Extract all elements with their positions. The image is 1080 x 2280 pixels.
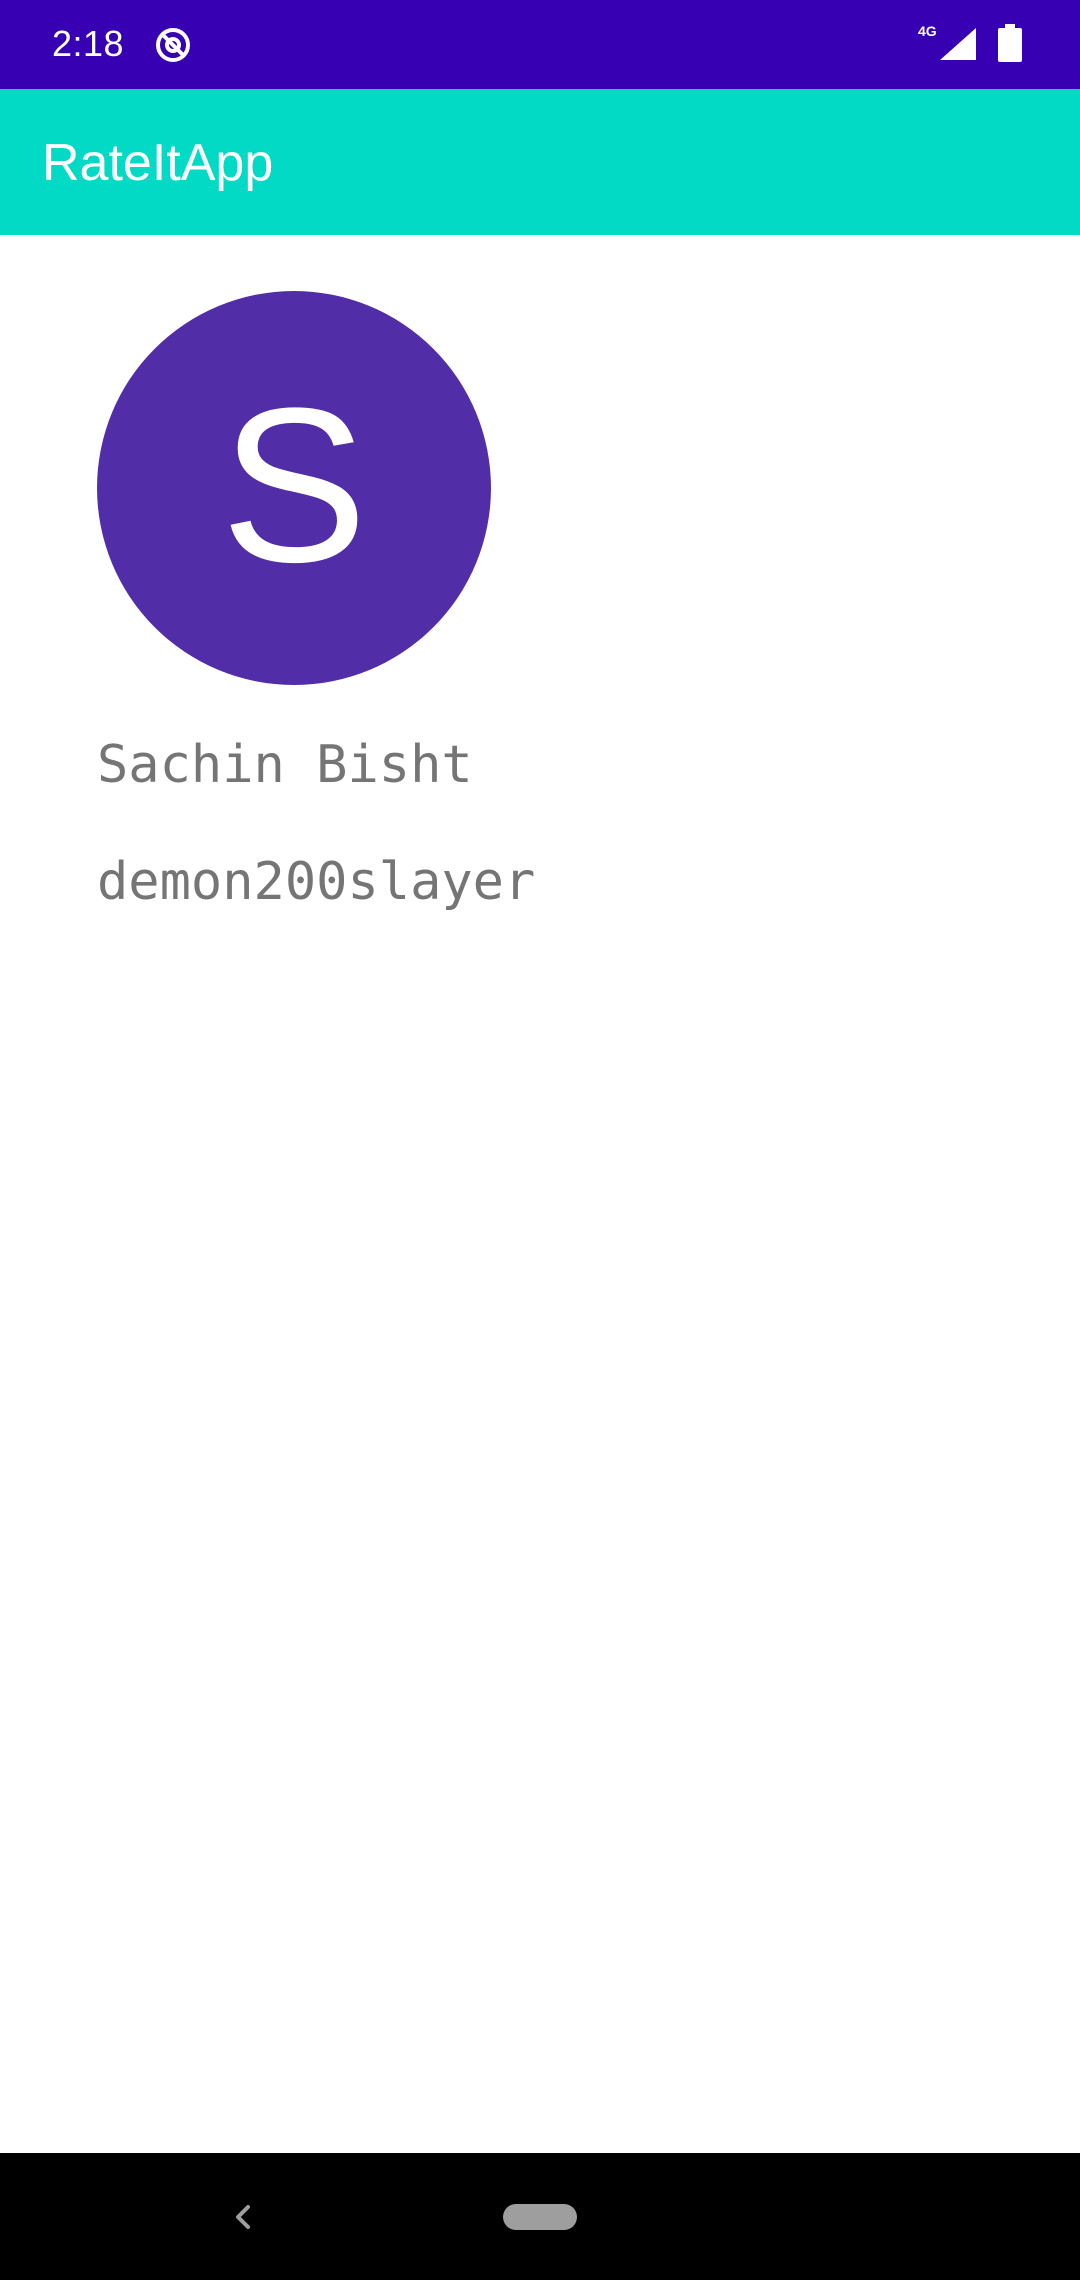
home-pill-icon[interactable] [503, 2204, 577, 2230]
chevron-left-icon[interactable] [222, 2193, 262, 2241]
avatar-letter: S [220, 362, 368, 608]
at-sign-icon [153, 25, 193, 65]
status-icons: 4G [918, 22, 1028, 66]
avatar: S [97, 291, 491, 685]
profile-screen: 2:18 4G RateItApp S Sachin Bisht demon20… [0, 0, 1080, 2280]
app-bar: RateItApp [0, 89, 1080, 235]
battery-full-icon [998, 24, 1022, 62]
profile-username: demon200slayer [97, 852, 536, 912]
status-time: 2:18 [52, 23, 125, 64]
status-bar: 2:18 4G [0, 0, 1080, 89]
profile-name: Sachin Bisht [97, 735, 473, 795]
navigation-bar [0, 2153, 1080, 2280]
app-title: RateItApp [42, 134, 274, 192]
cell-signal-icon [940, 28, 976, 60]
network-type-label: 4G [918, 23, 937, 39]
